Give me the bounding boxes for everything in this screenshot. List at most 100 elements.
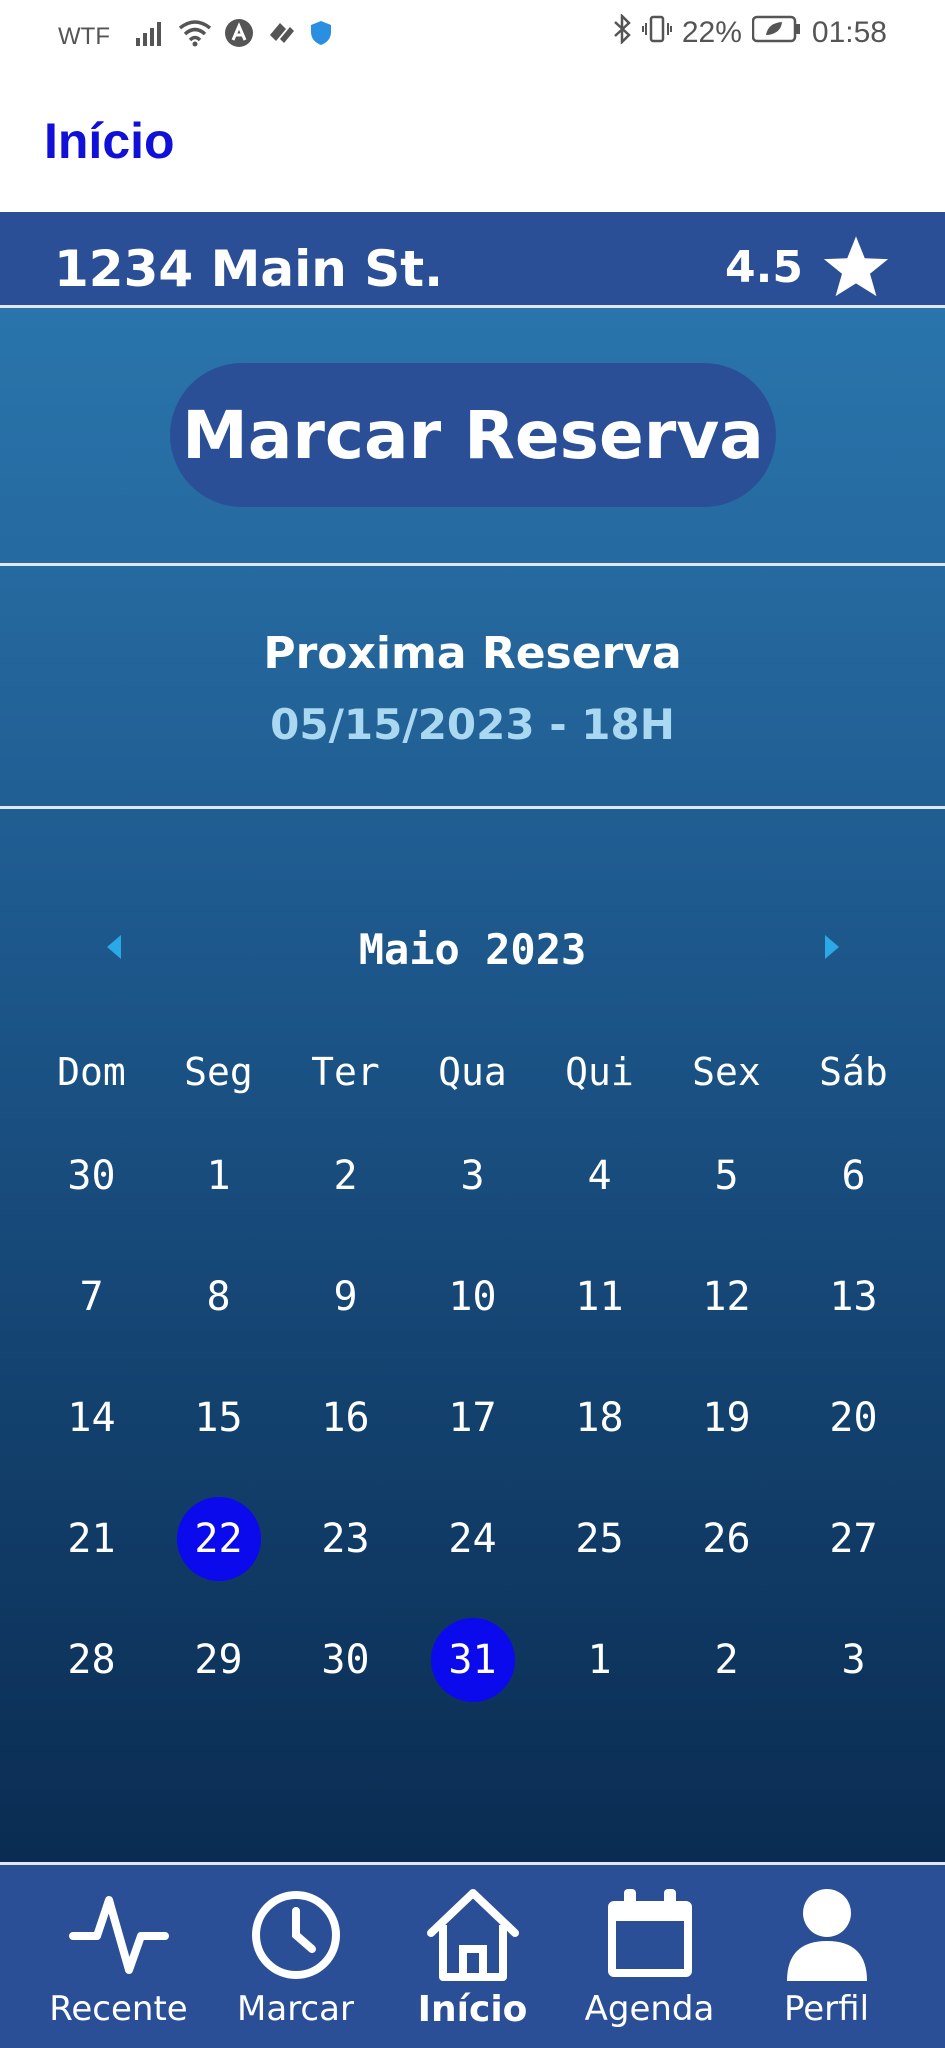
nav-item-agenda[interactable]: Agenda (565, 1865, 735, 2048)
weekday-header-row: Dom Seg Ter Qua Qui Sex Sáb (0, 1029, 945, 1115)
next-month-button[interactable] (812, 927, 852, 967)
calendar-day[interactable]: 7 (28, 1236, 155, 1357)
calendar-week-row: 21 22 23 24 25 26 27 (0, 1478, 945, 1599)
weekday-label: Qui (565, 1050, 634, 1094)
nav-item-marcar[interactable]: Marcar (211, 1865, 381, 2048)
book-reservation-button[interactable]: Marcar Reserva (170, 363, 776, 507)
calendar-day[interactable]: 8 (155, 1236, 282, 1357)
calendar-day[interactable]: 3 (409, 1115, 536, 1236)
day-number: 28 (67, 1636, 116, 1683)
day-number: 18 (575, 1394, 624, 1441)
nav-label: Perfil (783, 1989, 870, 2029)
calendar-icon (600, 1885, 700, 1985)
day-number: 11 (575, 1273, 624, 1320)
weekday-label: Sáb (819, 1050, 888, 1094)
calendar-day-selected[interactable]: 22 (155, 1478, 282, 1599)
day-number: 9 (333, 1273, 358, 1320)
calendar-day[interactable]: 2 (282, 1115, 409, 1236)
calendar-day[interactable]: 9 (282, 1236, 409, 1357)
calendar-day[interactable]: 24 (409, 1478, 536, 1599)
calendar: Maio 2023 Dom Seg Ter Qua Qui Sex Sáb 30… (0, 809, 945, 1709)
calendar-day[interactable]: 30 (28, 1115, 155, 1236)
weekday-label: Sex (692, 1050, 761, 1094)
calendar-week-row: 14 15 16 17 18 19 20 (0, 1357, 945, 1478)
calendar-day[interactable]: 23 (282, 1478, 409, 1599)
weekday-label: Seg (184, 1050, 253, 1094)
nav-item-recente[interactable]: Recente (34, 1865, 204, 2048)
calendar-grid: Dom Seg Ter Qua Qui Sex Sáb 30 1 2 3 4 5… (0, 1029, 945, 1720)
calendar-day[interactable]: 12 (663, 1236, 790, 1357)
nav-label: Recente (49, 1989, 188, 2029)
calendar-day[interactable]: 10 (409, 1236, 536, 1357)
day-number: 29 (194, 1636, 243, 1683)
nav-label: Agenda (584, 1989, 715, 2029)
day-number: 3 (460, 1152, 485, 1199)
calendar-day[interactable]: 11 (536, 1236, 663, 1357)
calendar-day[interactable]: 2 (663, 1599, 790, 1720)
calendar-day[interactable]: 27 (790, 1478, 917, 1599)
calendar-day[interactable]: 17 (409, 1357, 536, 1478)
calendar-day[interactable]: 13 (790, 1236, 917, 1357)
day-number: 3 (841, 1636, 866, 1683)
app-link-icon (266, 19, 298, 54)
status-bar-right: 22% 01:58 (612, 12, 887, 52)
day-number: 17 (448, 1394, 497, 1441)
day-number: 23 (321, 1515, 370, 1562)
carrier-label: WTF (58, 22, 110, 50)
user-icon (777, 1885, 877, 1985)
venue-header: 1234 Main St. 4.5 (0, 212, 945, 308)
weekday-label: Dom (57, 1050, 126, 1094)
day-number: 2 (714, 1636, 739, 1683)
calendar-day[interactable]: 21 (28, 1478, 155, 1599)
venue-rating: 4.5 (725, 232, 891, 302)
status-bar-left: WTF (58, 18, 332, 55)
battery-icon (751, 15, 802, 51)
calendar-day[interactable]: 1 (155, 1115, 282, 1236)
calendar-day[interactable]: 15 (155, 1357, 282, 1478)
calendar-day[interactable]: 25 (536, 1478, 663, 1599)
nav-item-inicio[interactable]: Início (388, 1865, 558, 2048)
calendar-day[interactable]: 20 (790, 1357, 917, 1478)
day-number: 24 (448, 1515, 497, 1562)
next-reservation-date: 05/15/2023 - 18H (270, 700, 675, 749)
day-number: 15 (194, 1394, 243, 1441)
day-number: 22 (194, 1515, 243, 1562)
day-number: 4 (587, 1152, 612, 1199)
day-number: 27 (829, 1515, 878, 1562)
calendar-header: Maio 2023 (0, 919, 945, 979)
day-number: 6 (841, 1152, 866, 1199)
calendar-day[interactable]: 6 (790, 1115, 917, 1236)
day-number: 31 (448, 1636, 497, 1683)
activity-icon (68, 1885, 169, 1985)
calendar-day[interactable]: 28 (28, 1599, 155, 1720)
day-number: 7 (79, 1273, 104, 1320)
calendar-day[interactable]: 26 (663, 1478, 790, 1599)
bluetooth-icon (612, 12, 632, 52)
wifi-icon (178, 19, 212, 54)
calendar-week-row: 28 29 30 31 1 2 3 (0, 1599, 945, 1720)
weekday-label: Ter (311, 1050, 380, 1094)
weekday-label: Qua (438, 1050, 507, 1094)
day-number: 26 (702, 1515, 751, 1562)
calendar-day[interactable]: 14 (28, 1357, 155, 1478)
nav-label: Marcar (237, 1989, 354, 2029)
calendar-day-selected[interactable]: 31 (409, 1599, 536, 1720)
calendar-day[interactable]: 18 (536, 1357, 663, 1478)
reserve-section: Marcar Reserva (0, 308, 945, 566)
calendar-day[interactable]: 4 (536, 1115, 663, 1236)
calendar-day[interactable]: 30 (282, 1599, 409, 1720)
calendar-day[interactable]: 5 (663, 1115, 790, 1236)
calendar-day[interactable]: 1 (536, 1599, 663, 1720)
main-content: 1234 Main St. 4.5 Marcar Reserva Proxima… (0, 212, 945, 1862)
calendar-day[interactable]: 29 (155, 1599, 282, 1720)
caret-right-icon (825, 935, 839, 959)
calendar-week-row: 7 8 9 10 11 12 13 (0, 1236, 945, 1357)
calendar-day[interactable]: 3 (790, 1599, 917, 1720)
day-number: 2 (333, 1152, 358, 1199)
bottom-navigation: Recente Marcar Início Agenda Perfil (0, 1862, 945, 2048)
calendar-day[interactable]: 19 (663, 1357, 790, 1478)
nav-item-perfil[interactable]: Perfil (742, 1865, 912, 2048)
home-icon (423, 1885, 523, 1985)
calendar-day[interactable]: 16 (282, 1357, 409, 1478)
day-number: 21 (67, 1515, 116, 1562)
